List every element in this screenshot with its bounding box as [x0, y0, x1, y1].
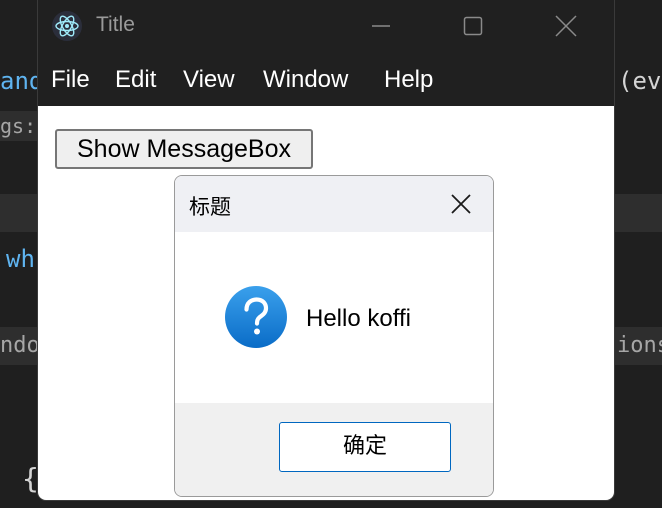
code-fragment: { — [22, 462, 39, 495]
question-icon — [225, 286, 287, 348]
code-fragment: and — [0, 67, 44, 95]
dialog-message: Hello koffi — [306, 305, 411, 332]
code-highlight — [614, 194, 662, 232]
close-icon — [555, 15, 577, 37]
dialog-title: 标题 — [189, 195, 231, 219]
maximize-icon — [463, 16, 483, 36]
code-fragment: wh — [6, 245, 35, 273]
title-bar[interactable]: Title — [38, 0, 614, 56]
window-title: Title — [96, 13, 135, 36]
close-icon — [451, 194, 471, 214]
menu-edit[interactable]: Edit — [115, 66, 156, 94]
menu-view[interactable]: View — [183, 66, 235, 94]
menu-window[interactable]: Window — [263, 66, 348, 94]
ok-button[interactable]: 确定 — [279, 422, 451, 472]
dialog-footer: 确定 — [175, 403, 493, 496]
electron-logo-icon — [52, 11, 82, 41]
menu-help[interactable]: Help — [384, 66, 433, 94]
show-messagebox-button[interactable]: Show MessageBox — [55, 129, 313, 169]
code-fragment: ions: — [617, 333, 662, 358]
minimize-button[interactable] — [335, 0, 427, 52]
code-highlight — [0, 194, 38, 232]
code-fragment: gs: — [0, 114, 37, 138]
menu-bar: File Edit View Window Help — [38, 56, 614, 106]
maximize-button[interactable] — [427, 0, 519, 52]
code-fragment: (ev — [618, 67, 662, 95]
message-box-dialog: 标题 Hello koffi 确定 — [174, 175, 494, 497]
dialog-close-button[interactable] — [441, 186, 481, 222]
dialog-title-bar[interactable]: 标题 — [175, 176, 493, 232]
minimize-icon — [372, 25, 390, 27]
code-fragment: ndo — [0, 333, 40, 358]
close-window-button[interactable] — [520, 0, 612, 52]
menu-file[interactable]: File — [51, 66, 90, 94]
